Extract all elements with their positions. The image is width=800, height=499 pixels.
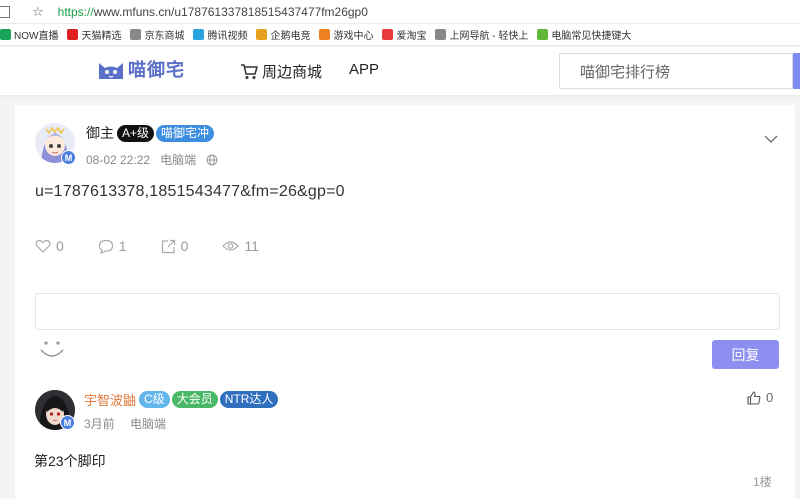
- browser-address-bar: ☆ https://www.mfuns.cn/u1787613378185154…: [0, 0, 800, 24]
- bookmark-item[interactable]: 电脑常见快捷键大: [537, 27, 631, 42]
- title-tag: NTR达人: [219, 391, 279, 408]
- bookmark-label: 爱淘宝: [396, 31, 427, 42]
- nav-app[interactable]: APP: [349, 61, 379, 78]
- bookmark-favicon-icon: [193, 29, 205, 40]
- bookmark-label: 企鹅电竞: [270, 31, 311, 42]
- post-author-line: 御主 A+级 喵御宅冲: [86, 123, 216, 143]
- bookmark-label: 腾讯视频: [207, 31, 248, 42]
- site-logo[interactable]: 喵御宅: [96, 56, 185, 82]
- comment-content: 第23个脚印: [34, 453, 106, 469]
- bookmark-favicon-icon: [67, 29, 79, 40]
- floor-number: 1楼: [753, 475, 772, 489]
- comment-device: 电脑端: [130, 417, 167, 431]
- site-header: 喵御宅 周边商城 APP 喵御宅排行榜: [0, 47, 800, 95]
- nav-merch-mall-label: 周边商城: [262, 64, 323, 81]
- post-device: 电脑端: [160, 153, 197, 167]
- honor-tag: 喵御宅冲: [156, 124, 215, 142]
- bookmark-label: 上网导航 - 轻快上: [449, 31, 529, 42]
- comment-bubble-icon: [98, 239, 113, 254]
- bookmark-favicon-icon: [382, 29, 394, 40]
- bookmark-label: NOW直播: [14, 31, 59, 42]
- cat-logo-icon: [99, 63, 123, 79]
- level-tag: C级: [139, 391, 170, 408]
- comment-button[interactable]: 1: [98, 238, 127, 254]
- search-input[interactable]: 喵御宅排行榜: [559, 53, 793, 89]
- share-count: 0: [180, 238, 189, 254]
- reply-button[interactable]: 回复: [712, 340, 779, 369]
- bookmark-favicon-icon: [319, 29, 331, 40]
- bookmark-star-icon[interactable]: ☆: [32, 4, 44, 20]
- post-author-name[interactable]: 御主: [86, 123, 114, 143]
- bookmarks-bar: NOW直播 天猫精选 京东商城 腾讯视频 企鹅电竞 游戏中心 爱淘宝 上网导航 - 轻快上 电脑…: [0, 24, 800, 46]
- bookmark-item[interactable]: 京东商城: [130, 27, 184, 42]
- post-meta: 08-02 22:22 电脑端: [86, 151, 218, 168]
- bookmark-favicon-icon: [537, 29, 549, 40]
- bookmark-label: 京东商城: [144, 31, 185, 42]
- eye-icon: [222, 241, 240, 251]
- bookmark-item[interactable]: 企鹅电竞: [256, 27, 310, 42]
- member-badge-icon: M: [60, 415, 75, 430]
- like-button[interactable]: 0: [35, 238, 64, 254]
- bookmark-label: 天猫精选: [81, 31, 122, 42]
- view-count: 11: [244, 238, 259, 254]
- comment-time: 3月前: [84, 417, 115, 431]
- share-button[interactable]: 0: [161, 238, 189, 254]
- heart-icon: [35, 239, 51, 253]
- cart-icon: [241, 64, 258, 79]
- bookmark-favicon-icon: [435, 29, 447, 40]
- comment-like-count: 0: [766, 390, 774, 405]
- bookmark-label: 游戏中心: [333, 31, 374, 42]
- globe-icon: [206, 154, 218, 165]
- chevron-down-icon[interactable]: [764, 132, 778, 146]
- comment-count: 1: [118, 238, 127, 254]
- emoji-smile-icon[interactable]: [39, 338, 65, 360]
- share-icon: [161, 239, 175, 253]
- url-field[interactable]: https://www.mfuns.cn/u178761337818515437…: [58, 5, 368, 19]
- bookmark-favicon-icon: [0, 29, 11, 40]
- thumbs-up-icon: [747, 390, 761, 405]
- page-icon: [0, 5, 10, 18]
- vip-tag: 大会员: [171, 391, 218, 408]
- logo-text: 喵御宅: [128, 60, 185, 80]
- bookmark-label: 电脑常见快捷键大: [551, 31, 632, 42]
- comment-meta: 3月前 电脑端: [84, 415, 178, 432]
- level-tag: A+级: [117, 124, 155, 142]
- bookmark-item[interactable]: 爱淘宝: [382, 27, 426, 42]
- bookmark-item[interactable]: 天猫精选: [67, 27, 121, 42]
- bookmark-favicon-icon: [256, 29, 268, 40]
- post-content: u=1787613378,1851543477&fm=26&gp=0: [35, 183, 345, 200]
- post-card: M 御主 A+级 喵御宅冲 08-02 22:22 电脑端 u=17876133…: [15, 105, 795, 499]
- post-time: 08-02 22:22: [86, 152, 151, 167]
- like-count: 0: [56, 238, 64, 254]
- view-counter: 11: [222, 238, 259, 254]
- bookmark-item[interactable]: 游戏中心: [319, 27, 373, 42]
- bookmark-item[interactable]: 上网导航 - 轻快上: [435, 27, 528, 42]
- bookmark-favicon-icon: [130, 29, 142, 40]
- bookmark-item[interactable]: 腾讯视频: [193, 27, 247, 42]
- comment-author-name[interactable]: 宇智波鼬: [84, 390, 136, 409]
- comment-like-button[interactable]: 0: [747, 390, 773, 405]
- search-button[interactable]: [793, 53, 800, 89]
- member-badge-icon: M: [61, 150, 76, 165]
- comment-author-line: 宇智波鼬 C级 大会员 NTR达人: [84, 390, 280, 409]
- bookmark-item[interactable]: NOW直播: [0, 27, 58, 42]
- reply-input[interactable]: [35, 293, 780, 330]
- post-actions: 0 1 0 11: [35, 238, 293, 254]
- nav-merch-mall[interactable]: 周边商城: [240, 61, 322, 82]
